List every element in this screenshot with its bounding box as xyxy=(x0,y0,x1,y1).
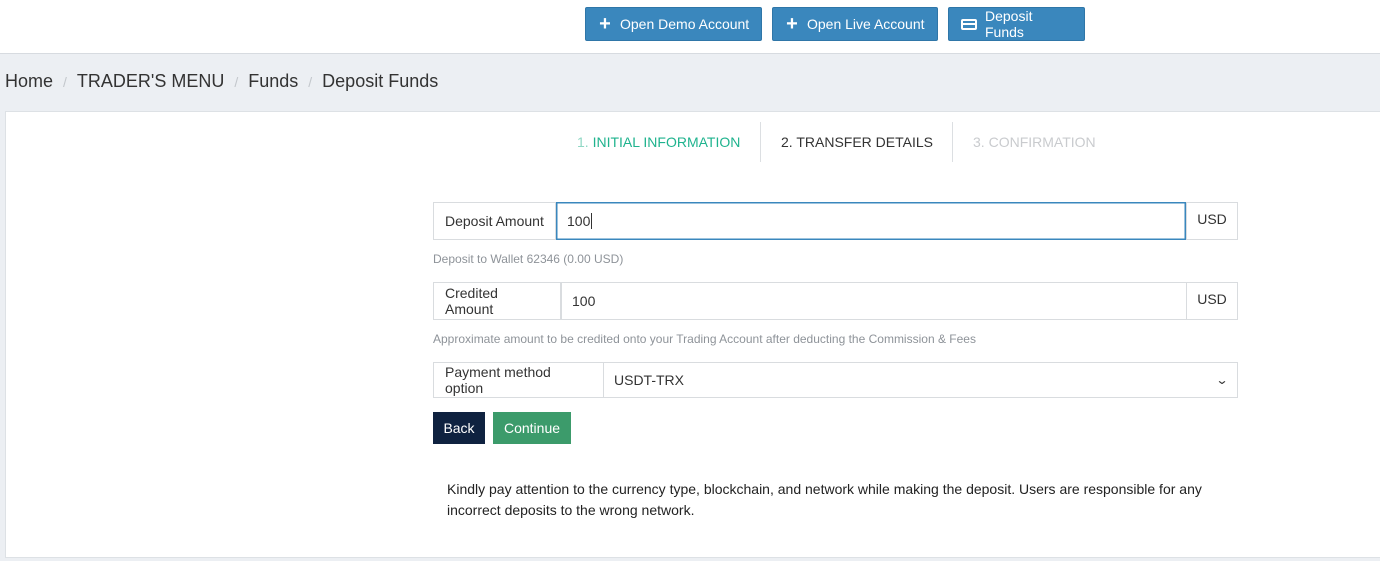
breadcrumb: Home / TRADER'S MENU / Funds / Deposit F… xyxy=(5,71,438,92)
payment-method-group: Payment method option USDT-TRX ⌄ xyxy=(433,362,1238,398)
deposit-help-text: Deposit to Wallet 62346 (0.00 USD) xyxy=(433,252,624,266)
wizard-steps: 1. INITIAL INFORMATION 2. TRANSFER DETAI… xyxy=(6,112,1380,162)
deposit-currency-unit: USD xyxy=(1186,202,1238,240)
open-live-account-label: Open Live Account xyxy=(807,16,925,32)
deposit-amount-input[interactable]: 100 xyxy=(556,202,1186,240)
payment-method-select[interactable]: USDT-TRX ⌄ xyxy=(604,362,1238,398)
payment-method-value: USDT-TRX xyxy=(614,372,684,388)
network-warning-notice: Kindly pay attention to the currency typ… xyxy=(447,481,1202,518)
step-number: 1. xyxy=(577,134,589,150)
open-demo-account-button[interactable]: + Open Demo Account xyxy=(585,7,762,41)
credited-amount-group: Credited Amount 100 USD xyxy=(433,282,1238,320)
breadcrumb-separator: / xyxy=(308,73,313,90)
credited-help-text: Approximate amount to be credited onto y… xyxy=(433,332,976,346)
breadcrumb-separator: / xyxy=(63,73,67,90)
step-label: INITIAL INFORMATION xyxy=(592,134,741,150)
chevron-down-icon: ⌄ xyxy=(1215,373,1229,387)
step-number: 3. xyxy=(973,134,985,150)
payment-method-label: Payment method option xyxy=(433,362,604,398)
deposit-amount-group: Deposit Amount 100 USD xyxy=(433,202,1238,240)
credit-card-icon xyxy=(961,18,977,30)
breadcrumb-funds[interactable]: Funds xyxy=(248,71,298,92)
plus-icon: + xyxy=(786,13,798,35)
breadcrumb-home[interactable]: Home xyxy=(5,71,53,92)
credited-currency-unit: USD xyxy=(1186,282,1238,320)
deposit-amount-value: 100 xyxy=(567,213,591,229)
deposit-funds-button[interactable]: Deposit Funds xyxy=(948,7,1085,41)
step-divider xyxy=(760,122,761,162)
step-label: CONFIRMATION xyxy=(988,134,1096,150)
top-toolbar: + Open Demo Account + Open Live Account … xyxy=(0,0,1380,54)
credited-amount-value: 100 xyxy=(572,293,596,309)
step-confirmation: 3. CONFIRMATION xyxy=(973,134,1096,150)
breadcrumb-deposit-funds: Deposit Funds xyxy=(322,71,439,91)
credited-amount-input[interactable]: 100 xyxy=(561,282,1186,320)
continue-button[interactable]: Continue xyxy=(493,412,571,444)
text-caret xyxy=(591,213,593,229)
step-number: 2. xyxy=(781,134,793,150)
step-label: TRANSFER DETAILS xyxy=(796,134,933,150)
breadcrumb-traders-menu[interactable]: TRADER'S MENU xyxy=(77,71,224,92)
step-divider xyxy=(952,122,953,162)
open-demo-account-label: Open Demo Account xyxy=(620,16,750,32)
back-button[interactable]: Back xyxy=(433,412,485,444)
deposit-amount-label: Deposit Amount xyxy=(433,202,556,240)
deposit-panel: 1. INITIAL INFORMATION 2. TRANSFER DETAI… xyxy=(5,111,1380,558)
plus-icon: + xyxy=(599,13,611,35)
deposit-funds-label: Deposit Funds xyxy=(985,8,1033,40)
step-initial-information[interactable]: 1. INITIAL INFORMATION xyxy=(577,134,740,150)
credited-amount-label: Credited Amount xyxy=(433,282,561,320)
step-transfer-details: 2. TRANSFER DETAILS xyxy=(781,134,933,150)
breadcrumb-separator: / xyxy=(234,73,239,90)
open-live-account-button[interactable]: + Open Live Account xyxy=(772,7,938,41)
